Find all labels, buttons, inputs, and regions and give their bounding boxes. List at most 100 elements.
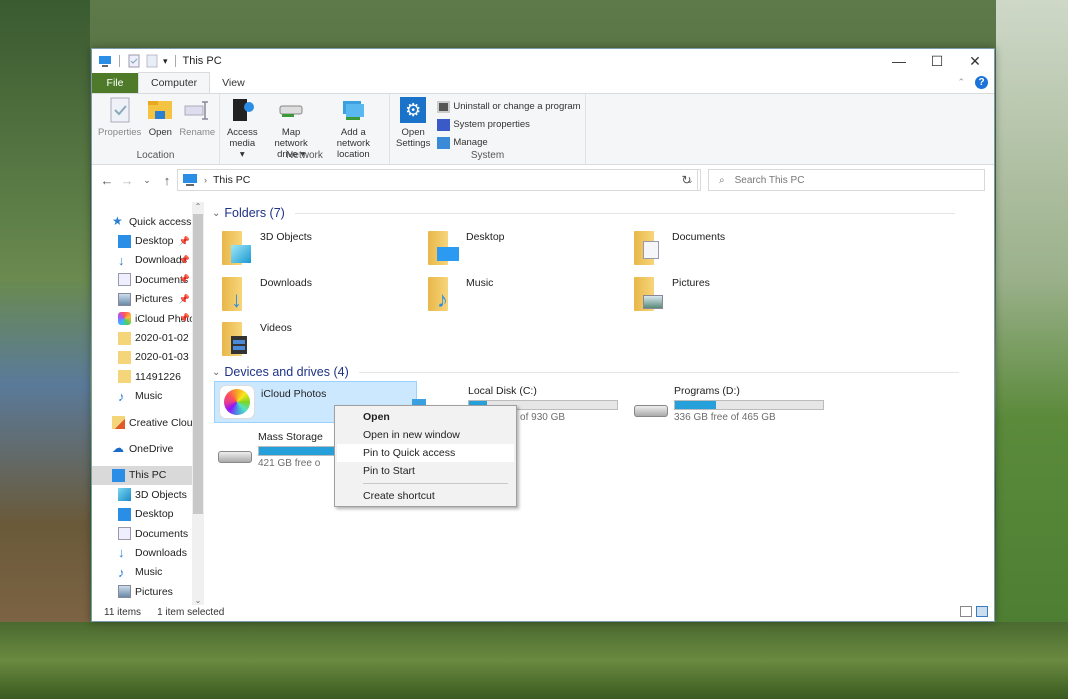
large-icons-view-icon[interactable] [976, 606, 988, 617]
maximize-button[interactable]: ☐ [918, 49, 956, 73]
folder-documents[interactable]: Documents [634, 231, 725, 265]
cube-3d-icon [118, 488, 131, 502]
devices-section-header[interactable]: ⌄ Devices and drives (4) [212, 365, 959, 379]
refresh-button[interactable]: ↻ [676, 169, 698, 191]
desktop-background-left [0, 0, 90, 699]
folder-3d-objects[interactable]: 3D Objects [222, 231, 312, 265]
desktop-background-right [996, 0, 1068, 699]
pictures-icon [118, 292, 131, 306]
sidebar-item-pc-pictures[interactable]: Pictures [92, 582, 204, 601]
status-bar: 11 items 1 item selected [92, 603, 994, 621]
context-menu-create-shortcut[interactable]: Create shortcut [337, 487, 514, 505]
sidebar-item-11491226[interactable]: 11491226 [92, 367, 204, 386]
recent-locations-button[interactable]: ⌄ [140, 175, 154, 186]
sidebar-item-pc-documents[interactable]: Documents [92, 524, 204, 543]
context-menu-open[interactable]: Open [337, 408, 514, 426]
sidebar-item-pc-music[interactable]: ♪ Music [92, 563, 204, 582]
settings-gear-icon: ⚙ [400, 97, 427, 123]
customize-qat-icon[interactable]: ▾ [163, 56, 168, 67]
up-button[interactable]: ↑ [160, 173, 174, 188]
desktop-icon [118, 507, 131, 521]
sidebar-item-2020-01-03[interactable]: 2020-01-03 [92, 348, 204, 367]
context-menu-open-new-window[interactable]: Open in new window [337, 426, 514, 444]
folder-music[interactable]: ♪ Music [428, 277, 493, 311]
back-button[interactable]: ← [100, 173, 114, 188]
context-menu-pin-start[interactable]: Pin to Start [337, 462, 514, 480]
network-group-label: Network [286, 150, 323, 161]
system-properties-button[interactable]: System properties [437, 117, 580, 132]
download-arrow-icon: ↓ [118, 252, 125, 268]
folders-section-header[interactable]: ⌄ Folders (7) [212, 206, 955, 220]
this-pc-icon [183, 174, 197, 186]
content-pane: ⌄ Folders (7) 3D Objects Desktop Documen… [204, 202, 994, 605]
folder-videos[interactable]: Videos [222, 322, 292, 356]
folder-desktop[interactable]: Desktop [428, 231, 505, 265]
manage-button[interactable]: Manage [437, 135, 580, 150]
music-note-icon: ♪ [118, 388, 125, 404]
pin-icon: 📌 [178, 274, 190, 285]
sidebar-item-pc-downloads[interactable]: ↓ Downloads [92, 543, 204, 562]
sidebar-item-quick-access[interactable]: ★ Quick access [92, 212, 204, 231]
sidebar-item-2020-01-02[interactable]: 2020-01-02 [92, 328, 204, 347]
sidebar-item-pictures[interactable]: Pictures 📌 [92, 290, 204, 309]
video-film-icon [231, 336, 247, 354]
desktop-icon [437, 247, 459, 261]
tab-computer[interactable]: Computer [138, 72, 211, 93]
context-menu-pin-quick-access[interactable]: Pin to Quick access [337, 444, 514, 462]
chevron-down-icon: ⌄ [212, 207, 221, 219]
help-icon[interactable]: ? [975, 76, 988, 89]
search-input[interactable]: ⌕ Search This PC [708, 169, 985, 191]
scrollbar-thumb[interactable] [193, 214, 203, 514]
rename-icon [184, 97, 210, 123]
collapse-ribbon-icon[interactable]: ⌃ [957, 77, 965, 88]
sidebar-item-3d-objects[interactable]: 3D Objects [92, 485, 204, 504]
uninstall-icon [437, 100, 451, 113]
usage-bar [674, 400, 824, 410]
this-pc-icon [98, 54, 112, 68]
location-group-label: Location [136, 150, 175, 161]
pin-icon: 📌 [178, 254, 190, 265]
scroll-up-icon[interactable]: ⌃ [192, 202, 204, 211]
navigation-scrollbar[interactable]: ⌃ ⌄ [192, 202, 204, 605]
uninstall-program-button[interactable]: Uninstall or change a program [437, 99, 581, 114]
onedrive-cloud-icon: ☁ [112, 441, 124, 456]
download-arrow-icon: ↓ [231, 287, 242, 312]
new-folder-qat-icon[interactable] [145, 54, 159, 68]
forward-button[interactable]: → [120, 173, 134, 188]
tab-file[interactable]: File [92, 73, 138, 93]
sidebar-item-music[interactable]: ♪ Music [92, 387, 204, 406]
sidebar-item-downloads[interactable]: ↓ Downloads 📌 [92, 251, 204, 270]
network-location-icon [340, 97, 366, 123]
icloud-photos-icon [118, 312, 131, 326]
properties-qat-icon[interactable] [127, 54, 141, 68]
sidebar-item-pc-desktop[interactable]: Desktop [92, 504, 204, 523]
folder-downloads[interactable]: ↓ Downloads [222, 277, 312, 311]
access-media-icon [229, 97, 255, 123]
sidebar-item-this-pc[interactable]: This PC [92, 465, 192, 486]
breadcrumb-this-pc[interactable]: This PC [213, 174, 250, 186]
folder-icon [118, 350, 131, 364]
download-arrow-icon: ↓ [118, 545, 125, 561]
document-icon [118, 273, 131, 287]
sidebar-item-icloud-photos[interactable]: iCloud Photo 📌 [92, 309, 204, 328]
folder-icon [118, 331, 131, 345]
sidebar-item-creative-cloud[interactable]: Creative Cloud Fil [92, 413, 204, 432]
minimize-button[interactable]: — [880, 49, 918, 73]
chevron-down-icon: ⌄ [212, 366, 221, 378]
sidebar-item-desktop[interactable]: Desktop 📌 [92, 231, 204, 250]
ribbon: Properties Open Rename Location Access m… [92, 93, 994, 165]
tab-view[interactable]: View [210, 73, 257, 93]
search-icon: ⌕ [719, 174, 725, 186]
title-bar[interactable]: ▾ This PC — ☐ ✕ [92, 49, 994, 73]
selection-count: 1 item selected [157, 606, 225, 618]
drive-programs-d[interactable]: Programs (D:) 336 GB free of 465 GB [634, 385, 824, 423]
sidebar-item-documents[interactable]: Documents 📌 [92, 270, 204, 289]
folder-pictures[interactable]: Pictures [634, 277, 710, 311]
sidebar-item-onedrive[interactable]: ☁ OneDrive [92, 439, 204, 458]
close-button[interactable]: ✕ [956, 49, 994, 73]
address-bar[interactable]: › This PC ⌄ [177, 169, 701, 191]
creative-cloud-folder-icon [112, 416, 125, 430]
music-note-icon: ♪ [118, 564, 125, 580]
document-icon [118, 527, 131, 541]
details-view-icon[interactable] [960, 606, 972, 617]
